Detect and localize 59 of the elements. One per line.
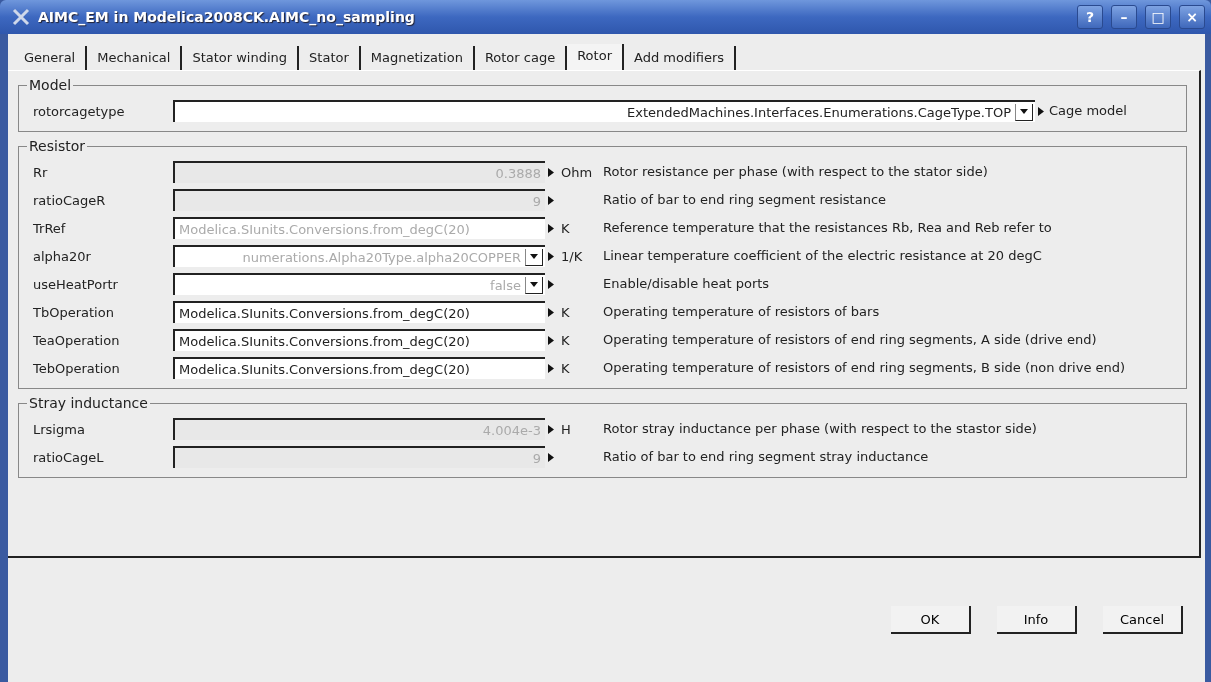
parameter-description: Ratio of bar to end ring segment stray inductance <box>603 448 930 466</box>
parameter-description: Operating temperature of resistors of bars <box>603 303 881 321</box>
parameter-description: Cage model <box>1049 102 1128 120</box>
unit-label: H <box>560 421 571 437</box>
parameter-description: Linear temperature coefficient of the electric resistance at 20 degC <box>603 247 1043 265</box>
parameter-name: TrRef <box>33 220 67 236</box>
parameter-description: Operating temperature of resistors of end ring segments, B side (non drive end) <box>603 359 1127 377</box>
expand-arrow-icon[interactable] <box>548 452 554 462</box>
dropdown-arrow-icon[interactable] <box>1015 103 1033 121</box>
parameter-name: ratioCageL <box>33 449 105 465</box>
parameter-description: Enable/disable heat ports <box>603 275 771 293</box>
window-button[interactable]: □ <box>1145 5 1171 29</box>
parameter-name: ratioCageR <box>33 192 107 208</box>
unit-label: Ohm <box>560 164 593 180</box>
input-field[interactable]: Modelica.SIunits.Conversions.from_degC(20) <box>173 329 545 351</box>
parameter-description: Ratio of bar to end ring segment resistance <box>603 191 888 209</box>
parameter-name: useHeatPortr <box>33 276 119 292</box>
dialog-button[interactable]: Info <box>997 606 1077 634</box>
expand-arrow-icon[interactable] <box>548 167 554 177</box>
tab[interactable]: Rotor <box>567 44 624 71</box>
app-icon <box>12 8 30 26</box>
input-field[interactable]: Modelica.SIunits.Conversions.from_degC(20) <box>173 357 545 379</box>
unit-label: K <box>560 332 570 348</box>
input-field[interactable]: Modelica.SIunits.Conversions.from_degC(20) <box>173 301 545 323</box>
group-title: Resistor <box>28 138 86 154</box>
dropdown[interactable]: ExtendedMachines.Interfaces.Enumerations.CageType.TOP <box>173 100 1035 122</box>
unit-label: K <box>560 360 570 376</box>
parameter-name: TbOperation <box>33 304 115 320</box>
parameter-description: Operating temperature of resistors of end ring segments, A side (drive end) <box>603 331 1098 349</box>
expand-arrow-icon[interactable] <box>548 424 554 434</box>
parameter-name: TeaOperation <box>33 332 121 348</box>
unit-label: 1/K <box>560 248 583 264</box>
unit-label: K <box>560 304 570 320</box>
dropdown-arrow-icon[interactable] <box>525 248 543 266</box>
expand-arrow-icon[interactable] <box>1038 106 1044 116</box>
dialog-button[interactable]: Cancel <box>1103 606 1183 634</box>
expand-arrow-icon[interactable] <box>548 223 554 233</box>
dialog-button[interactable]: OK <box>891 606 971 634</box>
unit-label: K <box>560 220 570 236</box>
group-title: Model <box>28 77 73 93</box>
parameter-name: alpha20r <box>33 248 92 264</box>
parameter-description: Reference temperature that the resistances Rb, Rea and Reb refer to <box>603 219 1053 237</box>
parameter-name: rotorcagetype <box>33 103 126 119</box>
parameter-name: Lrsigma <box>33 421 86 437</box>
expand-arrow-icon[interactable] <box>548 279 554 289</box>
parameter-name: Rr <box>33 164 49 180</box>
expand-arrow-icon[interactable] <box>548 363 554 373</box>
expand-arrow-icon[interactable] <box>548 335 554 345</box>
parameter-description: Rotor resistance per phase (with respect to the stator side) <box>603 163 989 181</box>
window-button[interactable]: – <box>1111 5 1137 29</box>
expand-arrow-icon[interactable] <box>548 307 554 317</box>
expand-arrow-icon[interactable] <box>548 195 554 205</box>
window-button[interactable]: × <box>1179 5 1205 29</box>
expand-arrow-icon[interactable] <box>548 251 554 261</box>
window-title: AIMC_EM in Modelica2008CK.AIMC_no_sampling <box>38 9 416 25</box>
parameter-name: TebOperation <box>33 360 121 376</box>
dropdown-arrow-icon[interactable] <box>525 276 543 294</box>
parameter-description: Rotor stray inductance per phase (with respect to the stastor side) <box>603 420 1038 438</box>
group-title: Stray inductance <box>28 395 149 411</box>
